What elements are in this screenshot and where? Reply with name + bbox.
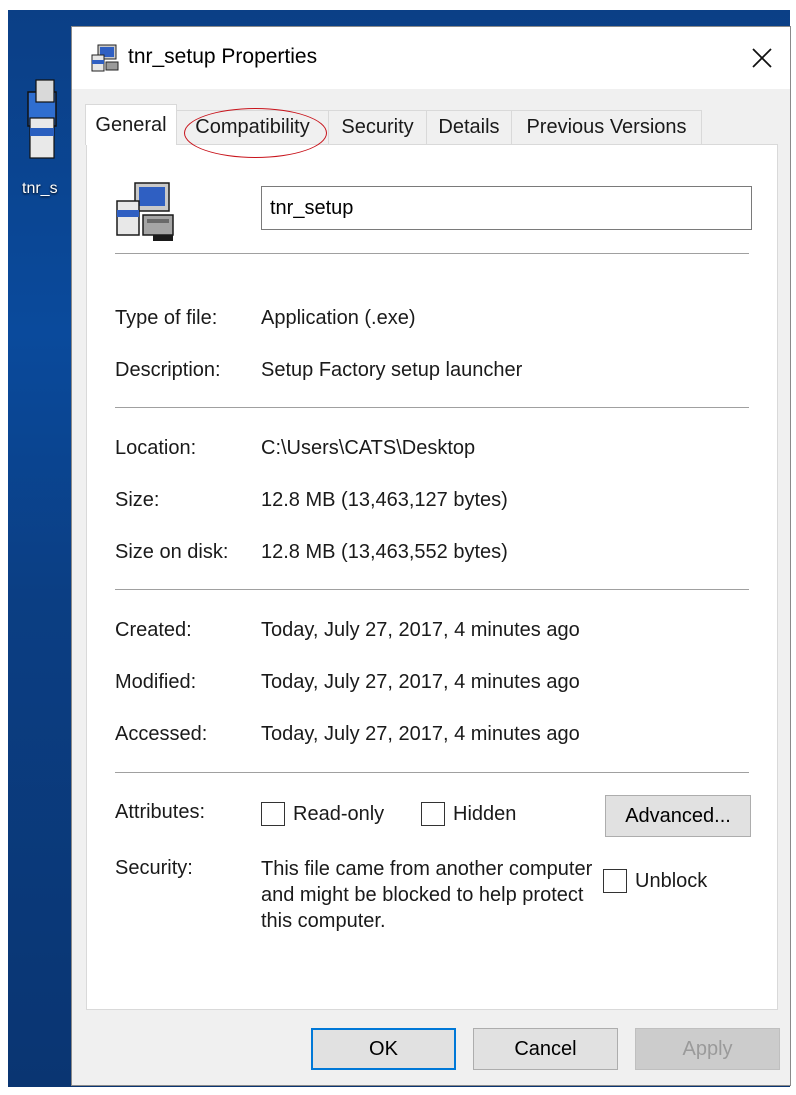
- separator: [115, 253, 749, 254]
- cancel-button[interactable]: Cancel: [473, 1028, 618, 1070]
- readonly-checkbox[interactable]: Read-only: [261, 802, 384, 826]
- general-tab-panel: Type of file: Application (.exe) Descrip…: [86, 144, 778, 1010]
- desktop-icon-label[interactable]: tnr_s: [22, 180, 58, 198]
- separator: [115, 772, 749, 773]
- unblock-checkbox[interactable]: Unblock: [603, 869, 707, 893]
- description-value: Setup Factory setup launcher: [261, 359, 523, 381]
- ok-button[interactable]: OK: [311, 1028, 456, 1070]
- apply-button[interactable]: Apply: [635, 1028, 780, 1070]
- hidden-checkbox[interactable]: Hidden: [421, 802, 516, 826]
- readonly-checkbox-box[interactable]: [261, 802, 285, 826]
- unblock-checkbox-label[interactable]: Unblock: [635, 870, 707, 893]
- cancel-button-label: Cancel: [514, 1037, 577, 1060]
- type-of-file-label: Type of file:: [115, 307, 218, 329]
- size-on-disk-value: 12.8 MB (13,463,552 bytes): [261, 541, 508, 563]
- hidden-checkbox-label[interactable]: Hidden: [453, 803, 516, 826]
- security-warning-text: This file came from another computer and…: [261, 858, 593, 932]
- desktop-setup-icon[interactable]: [22, 72, 62, 172]
- location-value: C:\Users\CATS\Desktop: [261, 437, 476, 459]
- tab-label: Compatibility: [195, 116, 310, 138]
- unblock-checkbox-box[interactable]: [603, 869, 627, 893]
- setup-installer-icon: [113, 179, 179, 245]
- separator: [115, 407, 749, 408]
- properties-dialog: tnr_setup Properties General Compatibili…: [71, 26, 791, 1086]
- tab-label: Details: [438, 116, 500, 138]
- window-title: tnr_setup Properties: [128, 45, 318, 68]
- tab-label: Previous Versions: [526, 116, 687, 138]
- type-of-file-value: Application (.exe): [261, 307, 416, 329]
- attributes-label: Attributes:: [115, 801, 206, 823]
- size-label: Size:: [115, 489, 160, 511]
- setup-installer-icon: [90, 43, 120, 73]
- created-label: Created:: [115, 619, 192, 641]
- location-label: Location:: [115, 437, 197, 459]
- created-value: Today, July 27, 2017, 4 minutes ago: [261, 619, 580, 641]
- size-on-disk-label: Size on disk:: [115, 541, 229, 563]
- accessed-label: Accessed:: [115, 723, 208, 745]
- tab-security[interactable]: Security: [328, 110, 427, 144]
- size-value: 12.8 MB (13,463,127 bytes): [261, 489, 508, 511]
- security-label: Security:: [115, 857, 193, 879]
- readonly-checkbox-label[interactable]: Read-only: [293, 803, 384, 826]
- tab-compatibility[interactable]: Compatibility: [176, 110, 329, 144]
- tab-details[interactable]: Details: [426, 110, 512, 144]
- description-label: Description:: [115, 359, 221, 381]
- tab-label: Security: [341, 116, 414, 138]
- close-button[interactable]: [742, 39, 782, 77]
- advanced-button[interactable]: Advanced...: [605, 795, 751, 837]
- tab-general[interactable]: General: [85, 104, 177, 145]
- modified-value: Today, July 27, 2017, 4 minutes ago: [261, 671, 580, 693]
- title-bar[interactable]: tnr_setup Properties: [72, 27, 790, 89]
- file-name-input[interactable]: [261, 186, 752, 230]
- advanced-button-label: Advanced...: [625, 804, 731, 827]
- accessed-value: Today, July 27, 2017, 4 minutes ago: [261, 723, 580, 745]
- ok-button-label: OK: [369, 1037, 398, 1060]
- separator: [115, 589, 749, 590]
- hidden-checkbox-box[interactable]: [421, 802, 445, 826]
- tab-label: General: [95, 113, 167, 136]
- apply-button-label: Apply: [682, 1037, 733, 1060]
- tab-previous-versions[interactable]: Previous Versions: [511, 110, 702, 144]
- modified-label: Modified:: [115, 671, 197, 693]
- close-icon: [752, 48, 772, 68]
